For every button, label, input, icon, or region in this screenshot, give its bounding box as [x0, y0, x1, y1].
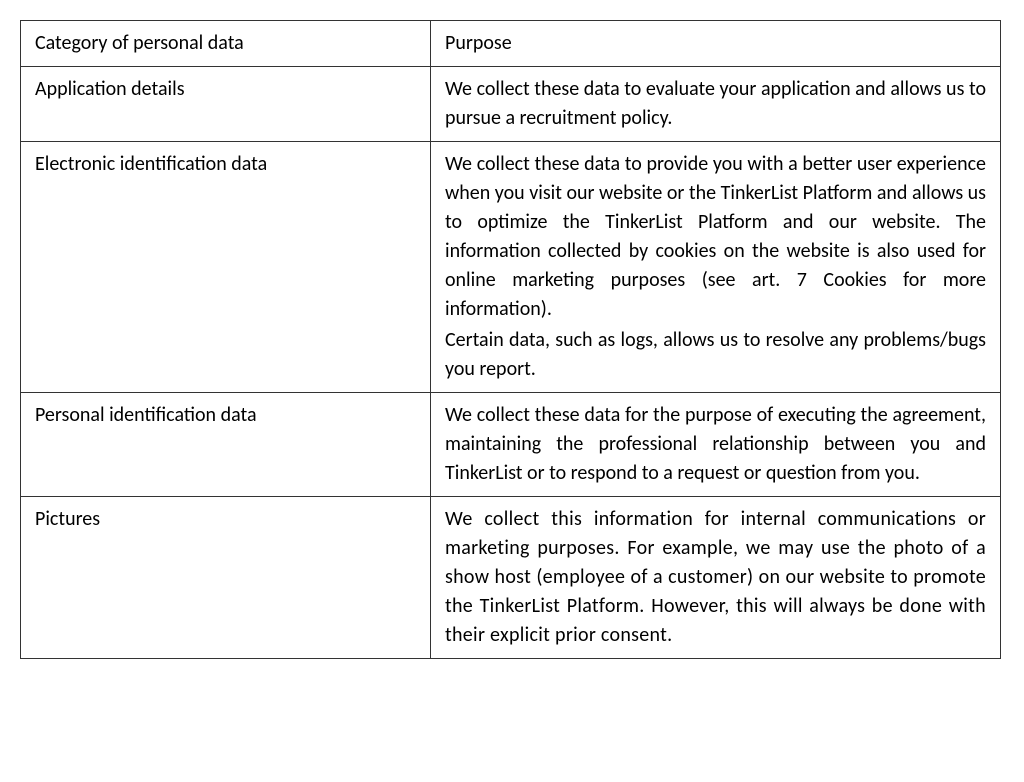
table-row: Electronic identification data We collec…	[21, 142, 1001, 393]
cell-category: Pictures	[21, 497, 431, 659]
purpose-paragraph: We collect these data to provide you wit…	[445, 150, 986, 324]
table-row: Pictures We collect this information for…	[21, 497, 1001, 659]
cell-category: Personal identification data	[21, 393, 431, 497]
cell-purpose: We collect this information for internal…	[431, 497, 1001, 659]
header-purpose: Purpose	[431, 21, 1001, 67]
cell-purpose: We collect these data to provide you wit…	[431, 142, 1001, 393]
table-row: Personal identification data We collect …	[21, 393, 1001, 497]
data-category-table: Category of personal data Purpose Applic…	[20, 20, 1001, 659]
cell-category: Electronic identification data	[21, 142, 431, 393]
cell-category: Application details	[21, 67, 431, 142]
cell-purpose: We collect these data to evaluate your a…	[431, 67, 1001, 142]
table-header-row: Category of personal data Purpose	[21, 21, 1001, 67]
header-category: Category of personal data	[21, 21, 431, 67]
table-row: Application details We collect these dat…	[21, 67, 1001, 142]
cell-purpose: We collect these data for the purpose of…	[431, 393, 1001, 497]
purpose-paragraph: Certain data, such as logs, allows us to…	[445, 326, 986, 384]
